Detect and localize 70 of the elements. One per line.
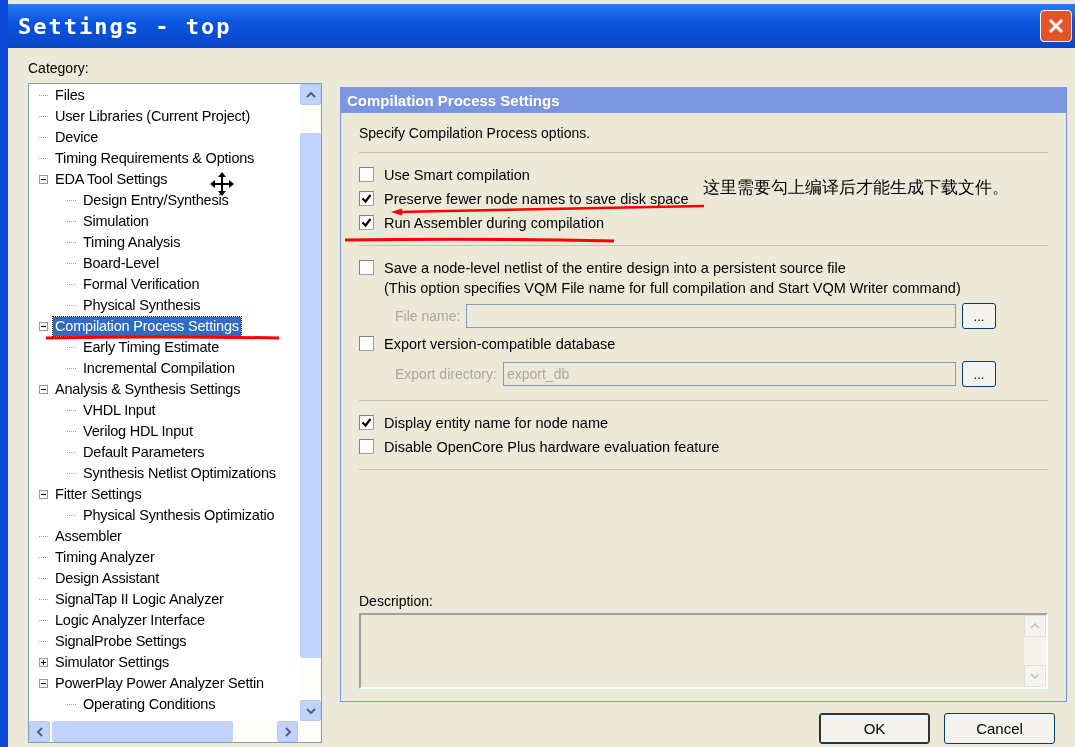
ok-button[interactable]: OK: [819, 713, 930, 744]
tree-item[interactable]: Operating Conditions: [81, 695, 218, 714]
collapse-icon[interactable]: [39, 175, 48, 184]
checkbox[interactable]: [359, 439, 374, 454]
checkbox[interactable]: [359, 336, 374, 351]
checkbox[interactable]: [359, 415, 374, 430]
option-label: Save a node-level netlist of the entire design into a persistent source file: [384, 259, 847, 277]
tree-item[interactable]: PowerPlay Power Analyzer Settin: [53, 674, 266, 693]
scroll-down-icon[interactable]: [300, 700, 321, 721]
tree-item[interactable]: EDA Tool Settings: [53, 170, 170, 189]
close-icon: [1047, 17, 1065, 35]
tree-item[interactable]: Simulator Settings: [53, 653, 172, 672]
tree-item[interactable]: Early Timing Estimate: [81, 338, 221, 357]
window-title: Settings - top: [18, 13, 232, 39]
vertical-scrollbar[interactable]: [300, 84, 321, 721]
field-label: File name:: [395, 308, 461, 324]
tree-item[interactable]: Analysis & Synthesis Settings: [53, 380, 243, 399]
tree-item[interactable]: Incremental Compilation: [81, 359, 237, 378]
tree-item[interactable]: Device: [53, 128, 101, 147]
tree-item[interactable]: SignalTap II Logic Analyzer: [53, 590, 226, 609]
option-label: Preserve fewer node names to save disk space: [384, 190, 689, 208]
annotation-text: 这里需要勾上编译后才能生成下载文件。: [703, 177, 1009, 197]
checkbox[interactable]: [359, 191, 374, 206]
cancel-button[interactable]: Cancel: [944, 713, 1055, 744]
collapse-icon[interactable]: [39, 322, 48, 331]
tree-item[interactable]: Timing Requirements & Options: [53, 149, 257, 168]
option-label: Display entity name for node name: [384, 414, 609, 432]
intro-text: Specify Compilation Process options.: [359, 125, 1048, 153]
tree-item[interactable]: Verilog HDL Input: [81, 422, 195, 441]
tree-item[interactable]: User Libraries (Current Project): [53, 107, 253, 126]
tree-item[interactable]: Physical Synthesis: [81, 296, 203, 315]
checkbox[interactable]: [359, 215, 374, 230]
move-cursor-icon: [210, 172, 234, 196]
tree-item[interactable]: Fitter Settings: [53, 485, 144, 504]
scroll-up-icon[interactable]: [300, 84, 321, 105]
description-label: Description:: [359, 593, 434, 609]
horizontal-scrollbar[interactable]: [29, 721, 321, 742]
collapse-icon[interactable]: [39, 490, 48, 499]
field-label: Export directory:: [395, 366, 497, 382]
tree-item[interactable]: Timing Analysis: [81, 233, 183, 252]
option-label: Run Assembler during compilation: [384, 214, 605, 232]
tree-item[interactable]: VHDL Input: [81, 401, 158, 420]
tree-item[interactable]: Timing Analyzer: [53, 548, 157, 567]
option-label: Use Smart compilation: [384, 166, 530, 184]
tree-item[interactable]: Board-Level: [81, 254, 161, 273]
category-label: Category:: [28, 60, 90, 77]
collapse-icon[interactable]: [39, 679, 48, 688]
option-note: (This option specifies VQM File name for full compilation and Start VQM Writer command): [384, 279, 961, 297]
tree-item[interactable]: Assembler: [53, 527, 124, 546]
option-label: Disable OpenCore Plus hardware evaluation feature: [384, 438, 720, 456]
checkbox[interactable]: [359, 167, 374, 182]
tree-item[interactable]: Logic Analyzer Interface: [53, 611, 207, 630]
expand-icon[interactable]: [39, 658, 48, 667]
option-label: Export version-compatible database: [384, 335, 616, 353]
close-button[interactable]: [1040, 10, 1072, 42]
tree-item[interactable]: Formal Verification: [81, 275, 202, 294]
tree-item[interactable]: Design Entry/Synthesis: [81, 191, 231, 210]
tree-item[interactable]: Files: [53, 86, 87, 105]
tree-item[interactable]: Compilation Process Settings: [53, 317, 241, 336]
tree-item[interactable]: Simulation: [81, 212, 151, 231]
scroll-right-icon[interactable]: [277, 721, 298, 742]
panel-title: Compilation Process Settings: [341, 88, 1066, 113]
tree-item[interactable]: Default Parameters: [81, 443, 207, 462]
tree-item[interactable]: SignalProbe Settings: [53, 632, 189, 651]
checkbox[interactable]: [359, 260, 374, 275]
tree-item[interactable]: Physical Synthesis Optimizatio: [81, 506, 277, 525]
scroll-left-icon[interactable]: [29, 721, 50, 742]
tree-item[interactable]: Synthesis Netlist Optimizations: [81, 464, 278, 483]
collapse-icon[interactable]: [39, 385, 48, 394]
tree-item[interactable]: Design Assistant: [53, 569, 161, 588]
